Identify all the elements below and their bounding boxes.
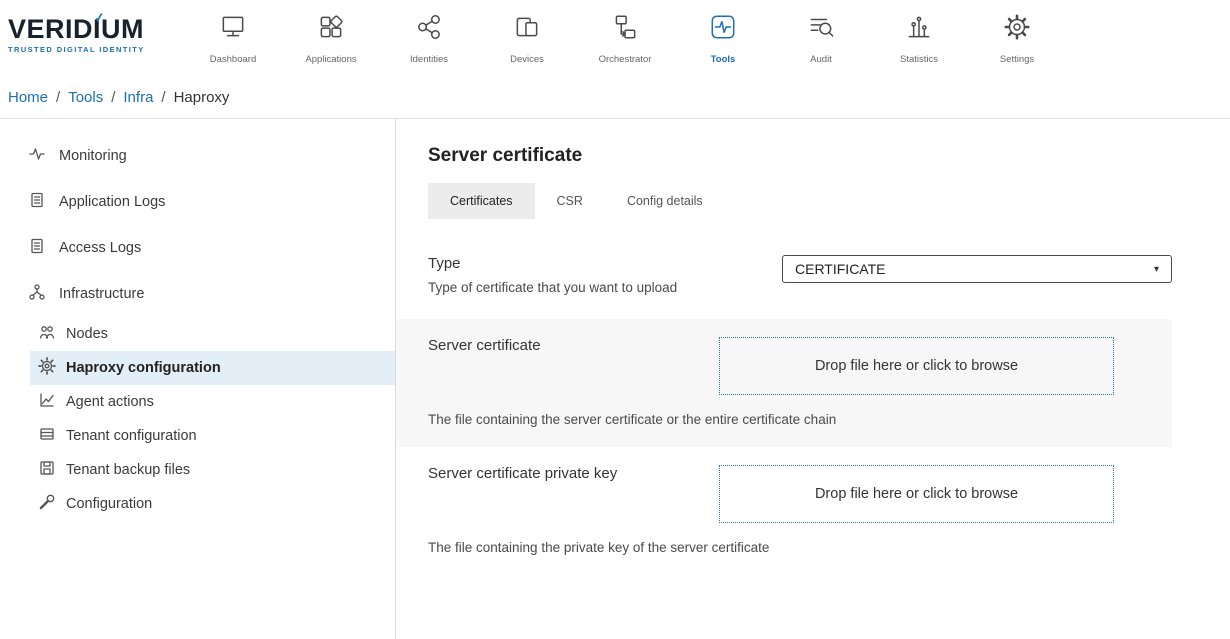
type-field-text: Type Type of certificate that you want t…	[428, 255, 677, 295]
top-navigation: VERIDIUM ✓ TRUSTED DIGITAL IDENTITY Dash…	[0, 0, 1230, 77]
dashboard-icon	[218, 12, 248, 47]
nav-orchestrator[interactable]: Orchestrator	[576, 10, 674, 65]
nav-label: Applications	[305, 54, 356, 65]
nav-label: Tools	[711, 54, 736, 65]
tab-csr[interactable]: CSR	[535, 183, 605, 219]
type-help-text: Type of certificate that you want to upl…	[428, 280, 677, 295]
sidebar-item-monitoring[interactable]: Monitoring	[0, 133, 395, 179]
tab-config-details[interactable]: Config details	[605, 183, 725, 219]
type-label: Type	[428, 255, 677, 272]
nav-label: Statistics	[900, 54, 938, 65]
sidebar-item-label: Haproxy configuration	[66, 360, 221, 376]
nav-dashboard[interactable]: Dashboard	[184, 10, 282, 65]
logo-tagline: TRUSTED DIGITAL IDENTITY	[8, 45, 184, 54]
private-key-dropzone[interactable]: Drop file here or click to browse	[719, 465, 1114, 523]
server-certificate-row: Server certificate Drop file here or cli…	[396, 319, 1172, 447]
sidebar-item-nodes[interactable]: Nodes	[30, 317, 395, 351]
sidebar-item-infrastructure[interactable]: Infrastructure	[0, 271, 395, 317]
nav-applications[interactable]: Applications	[282, 10, 380, 65]
sidebar-item-label: Monitoring	[59, 148, 127, 164]
veridium-logo[interactable]: VERIDIUM ✓ TRUSTED DIGITAL IDENTITY	[6, 10, 184, 54]
tab-bar: Certificates CSR Config details	[428, 183, 1172, 219]
sidebar-item-label: Tenant configuration	[66, 428, 197, 444]
orchestrator-icon	[610, 12, 640, 47]
logo-check-icon: ✓	[93, 9, 106, 26]
private-key-help: The file containing the private key of t…	[428, 540, 1114, 555]
sidebar-item-agent-actions[interactable]: Agent actions	[30, 385, 395, 419]
select-value: CERTIFICATE	[795, 261, 886, 277]
nav-tools[interactable]: Tools	[674, 10, 772, 65]
line-chart-icon	[38, 391, 56, 413]
settings-gear-icon	[1002, 12, 1032, 47]
sidebar-item-label: Tenant backup files	[66, 462, 190, 478]
nav-label: Devices	[510, 54, 544, 65]
content-area: Monitoring Application Logs Access Logs …	[0, 119, 1230, 639]
nav-label: Settings	[1000, 54, 1034, 65]
sidebar-item-label: Configuration	[66, 496, 152, 512]
sidebar-item-configuration[interactable]: Configuration	[30, 487, 395, 521]
nav-devices[interactable]: Devices	[478, 10, 576, 65]
monitoring-pulse-icon	[28, 145, 46, 167]
tab-certificates[interactable]: Certificates	[428, 183, 535, 219]
statistics-icon	[904, 12, 934, 47]
nav-label: Dashboard	[210, 54, 256, 65]
certificate-type-select[interactable]: CERTIFICATE ▾	[782, 255, 1172, 283]
nav-statistics[interactable]: Statistics	[870, 10, 968, 65]
server-certificate-dropzone[interactable]: Drop file here or click to browse	[719, 337, 1114, 395]
sidebar-item-label: Infrastructure	[59, 286, 144, 302]
breadcrumb-separator: /	[111, 89, 115, 106]
sidebar-item-label: Nodes	[66, 326, 108, 342]
sidebar-item-label: Agent actions	[66, 394, 154, 410]
tools-icon	[708, 12, 738, 47]
sidebar-item-label: Access Logs	[59, 240, 141, 256]
sidebar-item-label: Application Logs	[59, 194, 165, 210]
private-key-row: Server certificate private key Drop file…	[396, 447, 1172, 575]
nav-label: Audit	[810, 54, 832, 65]
server-certificate-label: Server certificate	[428, 337, 541, 354]
breadcrumb-home[interactable]: Home	[8, 89, 48, 106]
nav-label: Orchestrator	[599, 54, 652, 65]
type-field-row: Type Type of certificate that you want t…	[428, 255, 1172, 295]
document-icon	[28, 237, 46, 259]
server-certificate-help: The file containing the server certifica…	[428, 412, 1114, 427]
applications-icon	[316, 12, 346, 47]
breadcrumb-separator: /	[56, 89, 60, 106]
wrench-icon	[38, 493, 56, 515]
sidebar-item-haproxy-configuration[interactable]: Haproxy configuration	[30, 351, 395, 385]
nodes-people-icon	[38, 323, 56, 345]
sidebar-item-application-logs[interactable]: Application Logs	[0, 179, 395, 225]
main-panel: Server certificate Certificates CSR Conf…	[396, 119, 1230, 639]
document-icon	[28, 191, 46, 213]
sidebar-item-access-logs[interactable]: Access Logs	[0, 225, 395, 271]
audit-icon	[806, 12, 836, 47]
breadcrumb-infra[interactable]: Infra	[123, 89, 153, 106]
gear-icon	[38, 357, 56, 379]
devices-icon	[512, 12, 542, 47]
nav-identities[interactable]: Identities	[380, 10, 478, 65]
nav-settings[interactable]: Settings	[968, 10, 1066, 65]
sidebar-item-tenant-configuration[interactable]: Tenant configuration	[30, 419, 395, 453]
page-title: Server certificate	[428, 145, 1172, 167]
sidebar: Monitoring Application Logs Access Logs …	[0, 119, 396, 639]
identities-icon	[414, 12, 444, 47]
sidebar-item-tenant-backup-files[interactable]: Tenant backup files	[30, 453, 395, 487]
chevron-down-icon: ▾	[1154, 264, 1159, 275]
private-key-label: Server certificate private key	[428, 465, 617, 482]
nav-label: Identities	[410, 54, 448, 65]
server-stack-icon	[38, 425, 56, 447]
breadcrumb-tools[interactable]: Tools	[68, 89, 103, 106]
infrastructure-network-icon	[28, 283, 46, 305]
save-disk-icon	[38, 459, 56, 481]
breadcrumb: Home / Tools / Infra / Haproxy	[0, 77, 1230, 119]
nav-audit[interactable]: Audit	[772, 10, 870, 65]
breadcrumb-separator: /	[161, 89, 165, 106]
breadcrumb-current: Haproxy	[174, 89, 230, 106]
